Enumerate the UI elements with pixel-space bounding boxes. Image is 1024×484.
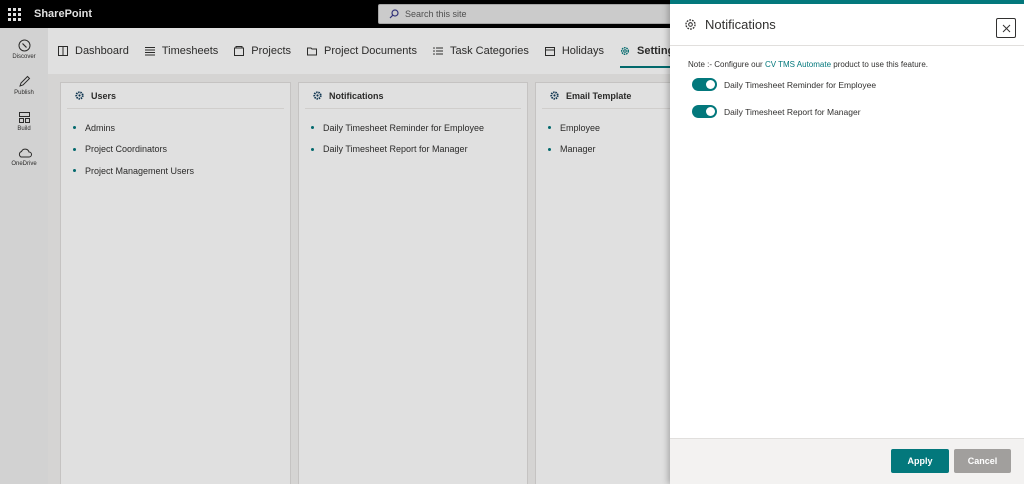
- appbar-label: OneDrive: [11, 161, 37, 167]
- tab-project-documents[interactable]: Project Documents: [307, 28, 417, 74]
- users-card: Users Admins Project Coordinators Projec…: [60, 82, 291, 484]
- tab-projects[interactable]: Projects: [234, 28, 291, 74]
- folder-icon: [307, 47, 318, 56]
- note-prefix: Note :- Configure our: [688, 60, 765, 69]
- notifications-panel: Notifications Note :- Configure our CV T…: [670, 0, 1024, 484]
- tab-label: Project Documents: [324, 45, 417, 57]
- app-name[interactable]: SharePoint: [34, 8, 92, 20]
- toggle-label: Daily Timesheet Reminder for Employee: [724, 79, 877, 90]
- toggle-row: Daily Timesheet Reminder for Employee: [692, 78, 1024, 91]
- tab-holidays[interactable]: Holidays: [544, 28, 605, 74]
- reminder-toggle[interactable]: [692, 78, 717, 91]
- panel-footer: Apply Cancel: [670, 438, 1024, 484]
- appbar-build[interactable]: Build: [0, 106, 48, 136]
- search-icon: [389, 9, 399, 19]
- gear-icon: [75, 91, 84, 100]
- app-bar: Discover Publish Build OneDrive: [0, 28, 48, 484]
- appbar-publish[interactable]: Publish: [0, 70, 48, 100]
- calendar-icon: [544, 47, 555, 56]
- appbar-discover[interactable]: Discover: [0, 34, 48, 64]
- pen-icon: [18, 75, 30, 87]
- close-button[interactable]: [996, 18, 1016, 38]
- list-item[interactable]: Project Coordinators: [73, 139, 290, 161]
- dashboard-icon: [58, 46, 68, 56]
- search-input[interactable]: Search this site: [378, 4, 676, 24]
- tab-label: Task Categories: [449, 45, 529, 57]
- list-item[interactable]: Project Management Users: [73, 160, 290, 182]
- app-launcher-icon[interactable]: [0, 0, 28, 28]
- product-link[interactable]: CV TMS Automate: [765, 60, 831, 69]
- cloud-icon: [18, 148, 32, 158]
- card-title: Email Template: [566, 90, 632, 101]
- tab-label: Projects: [251, 45, 292, 57]
- note-text: Note :- Configure our CV TMS Automate pr…: [688, 60, 1024, 69]
- card-header: Users: [67, 83, 284, 109]
- tab-timesheets[interactable]: Timesheets: [144, 28, 219, 74]
- gear-icon: [685, 19, 696, 30]
- apply-button[interactable]: Apply: [891, 449, 949, 473]
- appbar-onedrive[interactable]: OneDrive: [0, 142, 48, 172]
- tab-label: Dashboard: [75, 45, 129, 57]
- tab-dashboard[interactable]: Dashboard: [58, 28, 129, 74]
- gear-icon: [621, 47, 630, 55]
- list-item[interactable]: Daily Timesheet Report for Manager: [311, 139, 527, 161]
- card-header: Notifications: [305, 83, 521, 109]
- gear-icon: [313, 91, 322, 100]
- list-item[interactable]: Daily Timesheet Reminder for Employee: [311, 117, 527, 139]
- panel-header: Notifications: [670, 4, 1024, 46]
- toggle-label: Daily Timesheet Report for Manager: [724, 106, 861, 117]
- card-title: Notifications: [329, 90, 384, 101]
- toggle-row: Daily Timesheet Report for Manager: [692, 105, 1024, 118]
- cancel-button[interactable]: Cancel: [954, 449, 1011, 473]
- projects-icon: [234, 46, 245, 56]
- appbar-label: Build: [17, 125, 31, 132]
- tab-label: Holidays: [561, 45, 605, 57]
- search-placeholder: Search this site: [405, 9, 467, 19]
- panel-title: Notifications: [705, 17, 776, 32]
- gear-icon: [550, 91, 559, 100]
- notifications-card: Notifications Daily Timesheet Reminder f…: [298, 82, 528, 484]
- bullet-list-icon: [433, 47, 443, 55]
- list-icon: [144, 47, 155, 56]
- build-icon: [18, 111, 30, 123]
- report-toggle[interactable]: [692, 105, 717, 118]
- compass-icon: [18, 39, 30, 51]
- note-suffix: product to use this feature.: [831, 60, 928, 69]
- close-icon: [1002, 24, 1010, 32]
- appbar-label: Discover: [12, 53, 36, 60]
- tab-task-categories[interactable]: Task Categories: [433, 28, 529, 74]
- card-title: Users: [91, 90, 117, 101]
- appbar-label: Publish: [14, 89, 34, 96]
- tab-label: Timesheets: [161, 45, 219, 57]
- list-item[interactable]: Admins: [73, 117, 290, 139]
